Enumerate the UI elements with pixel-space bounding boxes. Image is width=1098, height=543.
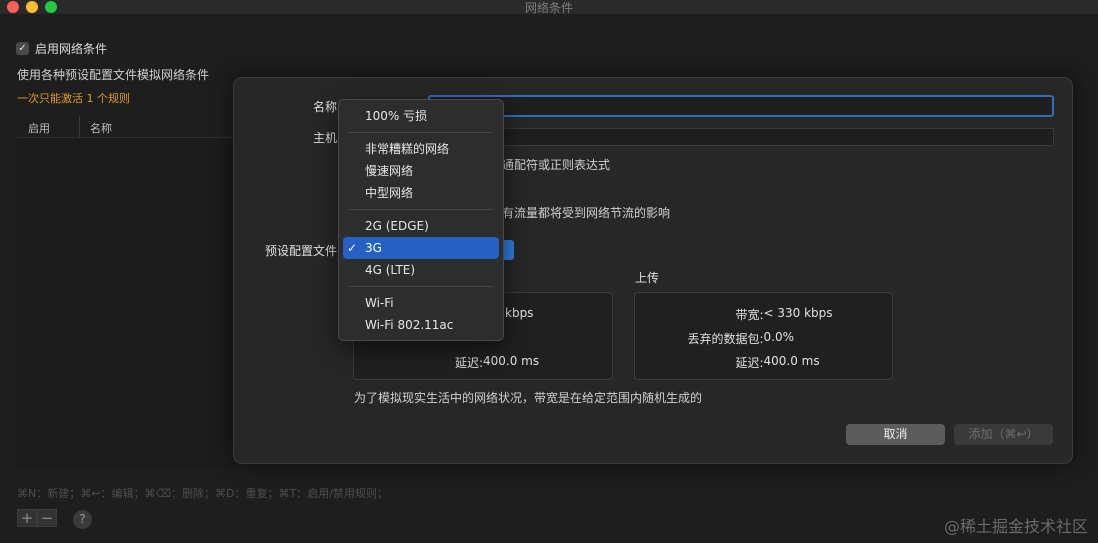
menu-item-100-loss[interactable]: 100% 亏损 xyxy=(343,105,499,127)
menu-item-slow-network[interactable]: 慢速网络 xyxy=(343,160,499,182)
menu-item-label: Wi-Fi xyxy=(365,296,394,310)
stat-key: 带宽: xyxy=(735,308,764,322)
menu-item-label: Wi-Fi 802.11ac xyxy=(365,318,454,332)
watermark: @稀土掘金技术社区 xyxy=(943,517,1088,536)
menu-item-label: 慢速网络 xyxy=(365,164,414,178)
enable-checkbox[interactable]: ✓ xyxy=(16,42,29,55)
remove-rule-button[interactable]: − xyxy=(37,509,57,527)
menu-item-label: 4G (LTE) xyxy=(365,263,416,277)
name-field[interactable] xyxy=(428,95,1054,117)
menu-item-2g-edge[interactable]: 2G (EDGE) xyxy=(343,215,499,237)
menu-item-3g[interactable]: ✓ 3G xyxy=(343,237,499,259)
host-label: 主机 xyxy=(312,131,337,145)
menu-item-label: 100% 亏损 xyxy=(365,109,428,123)
stat-key: 丢弃的数据包: xyxy=(687,332,764,346)
add-remove-control: + − xyxy=(17,509,57,527)
enable-label: 启用网络条件 xyxy=(35,42,108,56)
stat-key: 延迟: xyxy=(454,356,483,370)
enable-network-conditions[interactable]: ✓ 启用网络条件 xyxy=(16,40,107,57)
rules-table-header: 启用 名称 xyxy=(17,116,237,138)
stat-value: 400.0 ms xyxy=(763,354,820,368)
menu-separator xyxy=(349,132,493,133)
menu-item-label: 中型网络 xyxy=(365,186,414,200)
title-bar: 网络条件 xyxy=(0,0,1098,15)
window-title: 网络条件 xyxy=(524,1,573,15)
bandwidth-note: 为了模拟现实生活中的网络状况，带宽是在给定范围内随机生成的 xyxy=(354,391,703,405)
menu-item-label: 3G xyxy=(365,241,382,255)
menu-item-medium-network[interactable]: 中型网络 xyxy=(343,182,499,204)
cancel-button[interactable]: 取消 xyxy=(846,424,945,445)
checkmark-icon: ✓ xyxy=(347,241,358,255)
menu-item-label: 非常糟糕的网络 xyxy=(365,142,450,156)
stat-value: 0.0% xyxy=(763,330,795,344)
stat-value: < 330 kbps xyxy=(763,306,833,320)
shortcut-hint: ⌘N：新建；⌘↩：编辑；⌘⌫：删除；⌘D：重复；⌘T：启用/禁用规则； xyxy=(17,487,388,500)
menu-separator xyxy=(349,286,493,287)
menu-separator xyxy=(349,209,493,210)
menu-item-wifi[interactable]: Wi-Fi xyxy=(343,292,499,314)
description-text: 使用各种预设配置文件模拟网络条件 xyxy=(17,68,210,82)
preset-menu: 100% 亏损 非常糟糕的网络 慢速网络 中型网络 2G (EDGE) ✓ 3G … xyxy=(338,99,504,341)
help-button[interactable]: ? xyxy=(73,510,92,529)
column-header-enable[interactable]: 启用 xyxy=(17,116,79,137)
menu-item-wifi-80211ac[interactable]: Wi-Fi 802.11ac xyxy=(343,314,499,336)
warning-text: 一次只能激活 1 个规则 xyxy=(17,92,130,105)
rules-table xyxy=(17,138,237,468)
download-bandwidth-value: kbps xyxy=(505,306,534,320)
scope-hint: 有流量都将受到网络节流的影响 xyxy=(502,206,671,220)
menu-item-very-bad-network[interactable]: 非常糟糕的网络 xyxy=(343,138,499,160)
add-rule-button[interactable]: + xyxy=(17,509,37,527)
add-button[interactable]: 添加（⌘↩） xyxy=(954,424,1053,445)
upload-stats: 带宽: < 330 kbps 丢弃的数据包: 0.0% 延迟: 400.0 ms xyxy=(634,292,893,380)
host-field[interactable] xyxy=(428,128,1054,146)
menu-item-4g-lte[interactable]: 4G (LTE) xyxy=(343,259,499,281)
upload-title: 上传 xyxy=(635,271,660,285)
stat-key: 延迟: xyxy=(735,356,764,370)
menu-item-label: 2G (EDGE) xyxy=(365,219,429,233)
column-header-name[interactable]: 名称 xyxy=(79,116,112,137)
preset-label: 预设配置文件 xyxy=(264,244,337,258)
host-hint: 通配符或正则表达式 xyxy=(502,158,611,172)
name-label: 名称 xyxy=(312,100,337,114)
stat-value: 400.0 ms xyxy=(483,354,540,368)
